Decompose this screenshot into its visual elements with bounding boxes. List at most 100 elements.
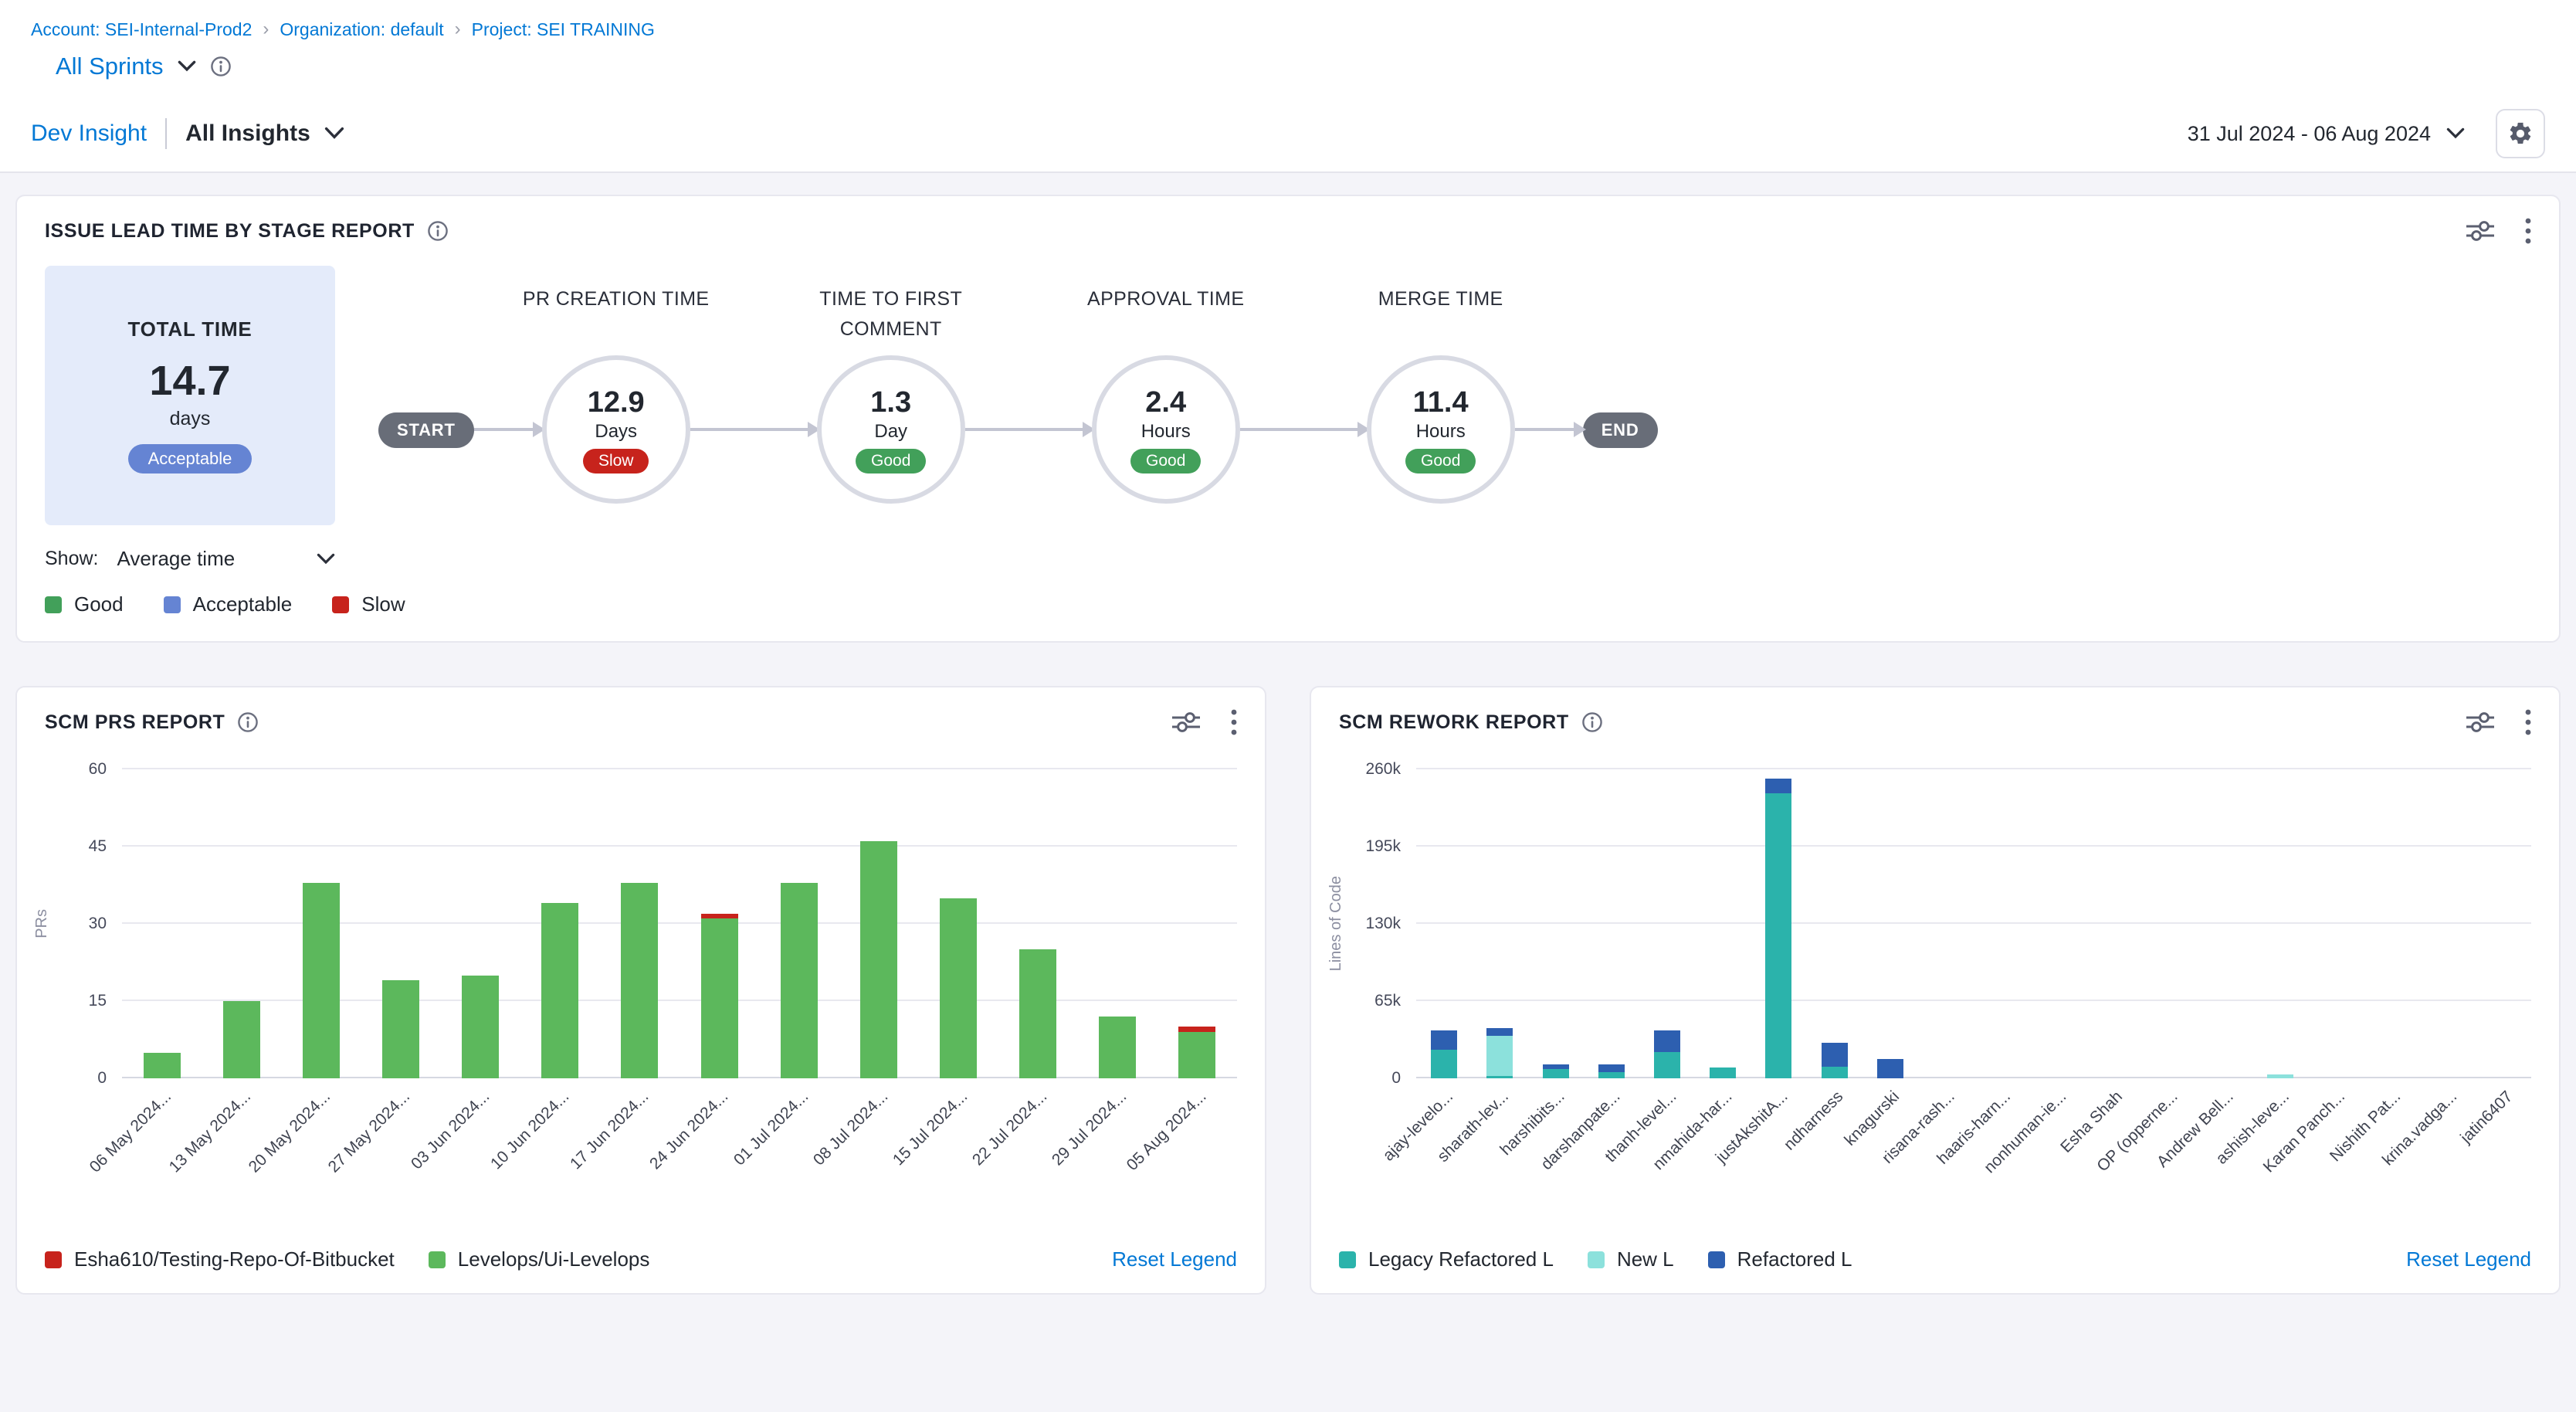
breadcrumb-item[interactable]: Organization: default [280, 19, 443, 40]
x-axis-tick-label: 13 May 2024... [165, 1088, 254, 1176]
bar-segment [1598, 1064, 1625, 1073]
stage-unit: Hours [1416, 421, 1466, 443]
bar-segment [940, 898, 977, 1078]
chevron-down-icon[interactable] [2446, 127, 2465, 140]
bar-segment [701, 914, 738, 919]
bar[interactable] [1598, 1064, 1625, 1078]
legend-item[interactable]: Refactored L [1708, 1247, 1852, 1271]
gridline [1416, 922, 2531, 924]
kebab-menu-icon[interactable] [2525, 218, 2531, 244]
breadcrumb-item[interactable]: Account: SEI-Internal-Prod2 [31, 19, 252, 40]
bar[interactable] [144, 1053, 181, 1078]
bar[interactable] [382, 980, 419, 1078]
info-icon[interactable] [427, 220, 449, 242]
legend-swatch [45, 1251, 62, 1268]
reset-legend-link[interactable]: Reset Legend [1112, 1247, 1237, 1271]
scm-rework-card: SCM REWORK REPORT Lines of Code [1310, 686, 2561, 1295]
insight-selector[interactable]: All Insights [185, 120, 310, 147]
bar[interactable] [1543, 1064, 1569, 1078]
bar[interactable] [462, 976, 499, 1078]
bar[interactable] [1822, 1043, 1848, 1078]
legend-item[interactable]: Slow [332, 592, 405, 616]
kebab-menu-icon[interactable] [1231, 709, 1237, 735]
stage-circle[interactable]: 12.9DaysSlow [542, 355, 690, 504]
filter-settings-icon[interactable] [2466, 220, 2494, 242]
bar-segment [1822, 1067, 1848, 1078]
bar[interactable] [1765, 779, 1791, 1078]
breadcrumb-item[interactable]: Project: SEI TRAINING [472, 19, 655, 40]
bar[interactable] [1178, 1027, 1215, 1078]
rework-chart: Lines of Code 065k130k195k260k ajay-leve… [1324, 769, 2531, 1199]
x-axis-tick-label: 05 Aug 2024... [1124, 1088, 1211, 1175]
bar[interactable] [781, 883, 818, 1078]
top-header: Account: SEI-Internal-Prod2›Organization… [0, 0, 2576, 96]
bar-segment [1877, 1059, 1903, 1078]
reset-legend-link[interactable]: Reset Legend [2406, 1247, 2531, 1271]
legend-item[interactable]: Acceptable [164, 592, 293, 616]
bar[interactable] [860, 841, 897, 1078]
bar[interactable] [1877, 1059, 1903, 1078]
bar[interactable] [1486, 1028, 1513, 1078]
stage-circle[interactable]: 11.4HoursGood [1367, 355, 1515, 504]
bar-segment [1543, 1069, 1569, 1078]
bar[interactable] [541, 903, 578, 1078]
bar-segment [1178, 1032, 1215, 1078]
legend-swatch [1708, 1251, 1725, 1268]
chevron-down-icon[interactable] [317, 553, 335, 565]
y-axis: 015304560 [54, 769, 122, 1078]
legend-swatch [429, 1251, 446, 1268]
info-icon[interactable] [237, 711, 259, 733]
y-axis-tick-label: 15 [89, 992, 107, 1010]
stage-rating-badge: Good [1405, 449, 1476, 473]
legend-swatch [1339, 1251, 1356, 1268]
insight-name[interactable]: Dev Insight [31, 120, 147, 147]
sprint-selector-label[interactable]: All Sprints [56, 53, 164, 80]
y-axis-tick-label: 130k [1365, 915, 1401, 933]
stage: TIME TO FIRST COMMENT1.3DayGood [817, 281, 965, 513]
filter-settings-icon[interactable] [2466, 711, 2494, 733]
legend-item[interactable]: Legacy Refactored L [1339, 1247, 1554, 1271]
x-axis-tick-label: 08 Jul 2024... [810, 1088, 892, 1169]
bar[interactable] [701, 914, 738, 1078]
lead-time-card: ISSUE LEAD TIME BY STAGE REPORT TOTAL [15, 195, 2561, 643]
show-selector[interactable]: Show: Average time [45, 547, 335, 571]
legend-item[interactable]: New L [1588, 1247, 1674, 1271]
settings-button[interactable] [2496, 109, 2545, 158]
bar[interactable] [621, 883, 658, 1078]
bar[interactable] [223, 1001, 260, 1078]
bar[interactable] [1431, 1030, 1457, 1078]
legend-item[interactable]: Esha610/Testing-Repo-Of-Bitbucket [45, 1247, 395, 1271]
bar-segment [1099, 1017, 1136, 1078]
chevron-down-icon[interactable] [324, 127, 344, 141]
stage-value: 2.4 [1145, 386, 1186, 419]
bar-segment [1431, 1050, 1457, 1078]
bar[interactable] [1654, 1030, 1680, 1078]
bar[interactable] [1099, 1017, 1136, 1078]
filter-settings-icon[interactable] [1172, 711, 1200, 733]
bar[interactable] [2267, 1074, 2293, 1078]
y-axis-tick-label: 195k [1365, 837, 1401, 856]
bar[interactable] [940, 898, 977, 1078]
stage-circle[interactable]: 2.4HoursGood [1092, 355, 1240, 504]
info-icon[interactable] [1581, 711, 1603, 733]
bar[interactable] [1710, 1067, 1736, 1078]
legend-item[interactable]: Good [45, 592, 124, 616]
legend-item[interactable]: Levelops/Ui-Levelops [429, 1247, 650, 1271]
show-value[interactable]: Average time [117, 547, 235, 571]
stage-label: MERGE TIME [1306, 284, 1576, 314]
bar-segment [1765, 779, 1791, 793]
info-icon[interactable] [210, 56, 232, 77]
show-label: Show: [45, 548, 98, 570]
x-axis-tick-label: ndharness [1781, 1088, 1847, 1154]
legend-label: Esha610/Testing-Repo-Of-Bitbucket [74, 1247, 395, 1271]
kebab-menu-icon[interactable] [2525, 709, 2531, 735]
date-range-selector[interactable]: 31 Jul 2024 - 06 Aug 2024 [2188, 122, 2431, 146]
gridline [122, 768, 1237, 769]
bar[interactable] [303, 883, 340, 1078]
stage-circle[interactable]: 1.3DayGood [817, 355, 965, 504]
sprint-selector[interactable]: All Sprints [56, 53, 2545, 80]
bar-segment [1486, 1028, 1513, 1035]
bar[interactable] [1019, 949, 1056, 1078]
lead-time-legend: Good Acceptable Slow [17, 571, 2559, 641]
chevron-down-icon[interactable] [178, 60, 196, 73]
